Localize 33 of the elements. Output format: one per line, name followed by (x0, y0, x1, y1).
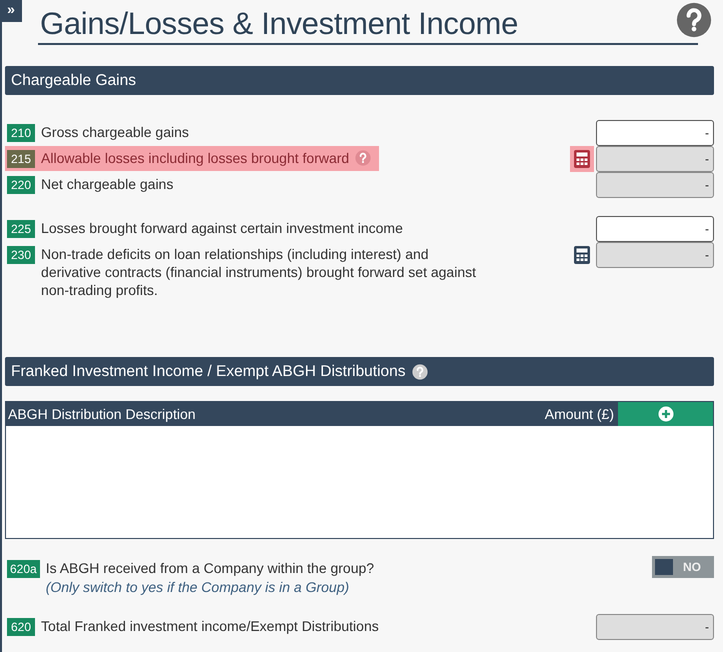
expand-sidebar-button[interactable]: » (0, 0, 22, 22)
field-label: Non-trade deficits on loan relationships (including interest) and derivative contracts (financial instruments) brought forward set against non-trading profits. (41, 245, 478, 299)
section-title: Franked Investment Income / Exempt ABGH Distributions (11, 362, 406, 380)
box-number-badge: 215 (7, 150, 36, 168)
page-title: Gains/Losses & Investment Income (40, 5, 518, 43)
help-icon[interactable] (412, 364, 428, 380)
amount-field[interactable]: - (596, 216, 714, 242)
section-title: Chargeable Gains (11, 72, 136, 90)
field-note: (Only switch to yes if the Company is in a Group) (46, 578, 350, 597)
help-icon[interactable] (676, 2, 712, 38)
field-label: Is ABGH received from a Company within the group? (46, 559, 374, 577)
field-label: Total Franked investment income/Exempt Distributions (41, 617, 379, 635)
calculator-icon[interactable] (572, 149, 592, 169)
amount-field[interactable]: - (596, 120, 714, 146)
amount-field[interactable]: - (596, 614, 714, 640)
amount-field[interactable]: - (596, 146, 714, 172)
box-number-badge: 620 (7, 618, 36, 636)
amount-field[interactable]: - (596, 172, 714, 198)
box-number-badge: 220 (7, 176, 36, 194)
field-label: Allowable losses including losses brought forward (41, 149, 350, 167)
box-number-badge: 210 (7, 124, 36, 142)
column-header: Amount (£) (544, 406, 615, 422)
box-number-badge: 225 (7, 220, 36, 238)
amount-field[interactable]: - (596, 242, 714, 268)
add-row-button[interactable] (618, 402, 713, 426)
column-header: ABGH Distribution Description (7, 406, 197, 422)
box-number-badge: 620a (7, 560, 40, 578)
calculator-icon[interactable] (572, 245, 592, 265)
field-label: Losses brought forward against certain investment income (41, 219, 403, 237)
field-label: Gross chargeable gains (41, 123, 189, 141)
box-number-badge: 230 (7, 246, 36, 264)
plus-icon (658, 406, 674, 422)
field-label: Net chargeable gains (41, 175, 174, 193)
